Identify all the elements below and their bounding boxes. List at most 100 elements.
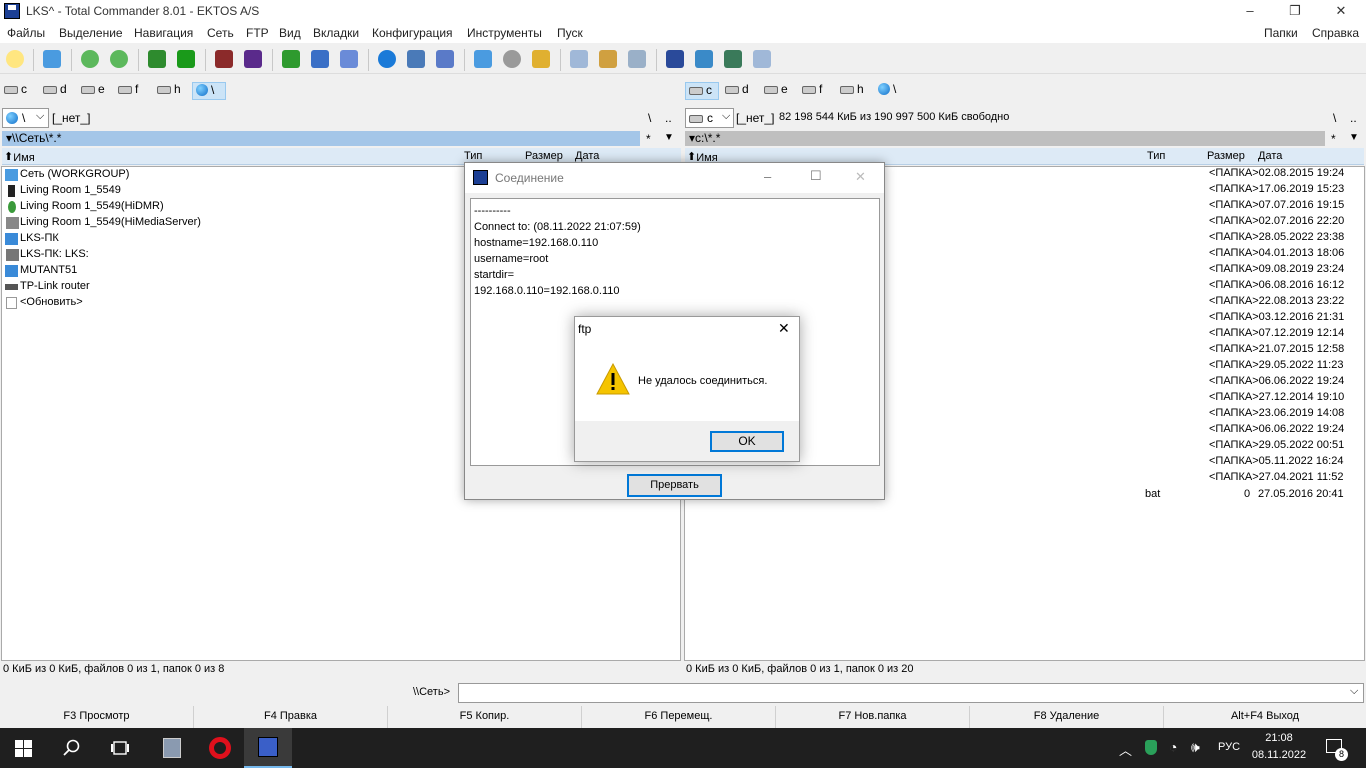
menu-view[interactable]: Вид [279, 26, 301, 40]
table-row[interactable]: <ПАПКА>29.05.2022 00:51 [1209, 439, 1344, 455]
language-indicator[interactable]: РУС [1218, 741, 1240, 753]
drive-right-h[interactable]: h [840, 82, 864, 100]
table-row[interactable]: <ПАПКА>27.04.2021 11:52 [1209, 471, 1343, 487]
drive-right-network[interactable]: \ [878, 82, 896, 100]
drive-right-e[interactable]: e [764, 82, 788, 100]
tools-icon[interactable] [753, 50, 771, 68]
table-row[interactable]: <ПАПКА>09.08.2019 23:24 [1209, 263, 1344, 279]
paint-icon[interactable] [599, 50, 617, 68]
refresh-icon[interactable] [43, 50, 61, 68]
table-row[interactable]: <ПАПКА>21.07.2015 12:58 [1209, 343, 1344, 359]
f3-view-button[interactable]: F3 Просмотр [0, 706, 194, 728]
total-commander-app-icon[interactable] [244, 728, 292, 768]
flag-icon[interactable] [666, 50, 684, 68]
calculator-icon[interactable] [436, 50, 454, 68]
left-drive-combo[interactable]: \ ⌵ [2, 108, 49, 128]
table-row[interactable]: <ПАПКА>04.01.2013 18:06 [1209, 247, 1344, 263]
f6-move-button[interactable]: F6 Перемещ. [582, 706, 776, 728]
table-row[interactable]: <ПАПКА>17.06.2019 15:23 [1209, 183, 1344, 199]
books-icon[interactable] [215, 50, 233, 68]
drive-left-network[interactable]: \ [192, 82, 226, 100]
back-icon[interactable] [81, 50, 99, 68]
drive-right-f[interactable]: f [802, 82, 822, 100]
left-path-bar[interactable]: ▾\\Сеть\*.* [2, 131, 640, 146]
column-size[interactable]: Размер [1207, 150, 1245, 162]
filter-icon[interactable] [244, 50, 262, 68]
sort-desc-icon[interactable] [311, 50, 329, 68]
column-size[interactable]: Размер [525, 150, 563, 162]
ok-button[interactable]: OK [710, 431, 784, 452]
menu-tools[interactable]: Инструменты [467, 26, 542, 40]
close-button[interactable]: ✕ [855, 169, 866, 185]
menu-help[interactable]: Справка [1312, 26, 1359, 40]
compare-icon[interactable] [340, 50, 358, 68]
close-button[interactable]: ✕ [778, 320, 790, 337]
drive-left-c[interactable]: c [4, 82, 27, 100]
ie-icon[interactable] [378, 50, 396, 68]
menu-ftp[interactable]: FTP [246, 26, 269, 40]
table-row[interactable]: <ПАПКА>06.06.2022 19:24 [1209, 375, 1344, 391]
table-row[interactable]: <ПАПКА>06.08.2016 16:12 [1209, 279, 1344, 295]
menu-navigation[interactable]: Навигация [134, 26, 193, 40]
drive-left-f[interactable]: f [118, 82, 138, 100]
windows-start-icon[interactable] [15, 740, 32, 757]
opera-app-icon[interactable] [196, 728, 244, 768]
drive-left-h[interactable]: h [157, 82, 181, 100]
right-path-bar[interactable]: ▾c:\*.* [685, 131, 1325, 146]
menu-files[interactable]: Файлы [7, 26, 45, 40]
table-row[interactable]: <ПАПКА>29.05.2022 11:23 [1209, 359, 1343, 375]
f4-edit-button[interactable]: F4 Правка [194, 706, 388, 728]
table-row[interactable]: <ПАПКА>07.12.2019 12:14 [1209, 327, 1344, 343]
drive-left-d[interactable]: d [43, 82, 67, 100]
table-row[interactable]: <ПАПКА>28.05.2022 23:38 [1209, 231, 1344, 247]
table-row[interactable]: <ПАПКА>02.07.2016 22:20 [1209, 215, 1344, 231]
right-history-icon[interactable]: ▼ [1349, 132, 1359, 143]
altf4-exit-button[interactable]: Alt+F4 Выход [1164, 706, 1366, 728]
close-button[interactable]: ✕ [1318, 0, 1364, 23]
table-row[interactable]: <ПАПКА>22.08.2013 23:22 [1209, 295, 1344, 311]
column-date[interactable]: Дата [575, 150, 599, 162]
column-name[interactable]: ⬆ Имя [4, 150, 35, 164]
table-row[interactable]: <ПАПКА>02.08.2015 19:24 [1209, 167, 1344, 183]
right-drive-combo[interactable]: c ⌵ [685, 108, 734, 128]
minimize-button[interactable]: – [1227, 0, 1273, 23]
wifi-icon[interactable]: ◔ [1169, 739, 1177, 755]
calc-icon[interactable] [628, 50, 646, 68]
chevron-down-icon[interactable]: ⌵ [1350, 685, 1358, 698]
menu-configuration[interactable]: Конфигурация [372, 26, 453, 40]
notepad-icon[interactable] [570, 50, 588, 68]
volume-icon[interactable]: 🕪 [1191, 739, 1200, 756]
table-row[interactable]: <ПАПКА>27.12.2014 19:10 [1209, 391, 1344, 407]
table-row[interactable]: <ПАПКА>06.06.2022 19:24 [1209, 423, 1344, 439]
menu-selection[interactable]: Выделение [59, 26, 123, 40]
left-up-button[interactable]: .. [665, 111, 672, 131]
app-icon[interactable] [4, 3, 20, 19]
restore-button[interactable]: ❐ [1272, 0, 1318, 23]
table-row[interactable]: <ПАПКА>03.12.2016 21:31 [1209, 311, 1344, 327]
task-view-icon[interactable] [111, 740, 129, 756]
table-row[interactable]: <ПАПКА>05.11.2022 16:24 [1209, 455, 1343, 471]
column-type[interactable]: Тип [1147, 150, 1165, 162]
right-filter-button[interactable]: * [1331, 132, 1336, 146]
table-row[interactable]: <ПАПКА>07.07.2016 19:15 [1209, 199, 1344, 215]
search-icon[interactable] [503, 50, 521, 68]
lightbulb-icon[interactable] [6, 50, 24, 68]
forward-icon[interactable] [110, 50, 128, 68]
clock-time[interactable]: 21:08 [1250, 732, 1308, 744]
drive-right-c[interactable]: c [685, 82, 719, 100]
drive-left-e[interactable]: e [81, 82, 105, 100]
column-date[interactable]: Дата [1258, 150, 1282, 162]
menu-folders[interactable]: Папки [1264, 26, 1298, 40]
f5-copy-button[interactable]: F5 Копир. [388, 706, 582, 728]
pack-icon[interactable] [148, 50, 166, 68]
left-history-icon[interactable]: ▼ [664, 132, 674, 143]
menu-network[interactable]: Сеть [207, 26, 234, 40]
maximize-button[interactable]: ☐ [810, 168, 822, 184]
right-root-button[interactable]: \ [1333, 111, 1336, 131]
settings-icon[interactable] [724, 50, 742, 68]
monitor-icon[interactable] [695, 50, 713, 68]
clock-date[interactable]: 08.11.2022 [1250, 749, 1308, 761]
f8-delete-button[interactable]: F8 Удаление [970, 706, 1164, 728]
shield-icon[interactable] [1145, 740, 1157, 755]
star-icon[interactable] [474, 50, 492, 68]
